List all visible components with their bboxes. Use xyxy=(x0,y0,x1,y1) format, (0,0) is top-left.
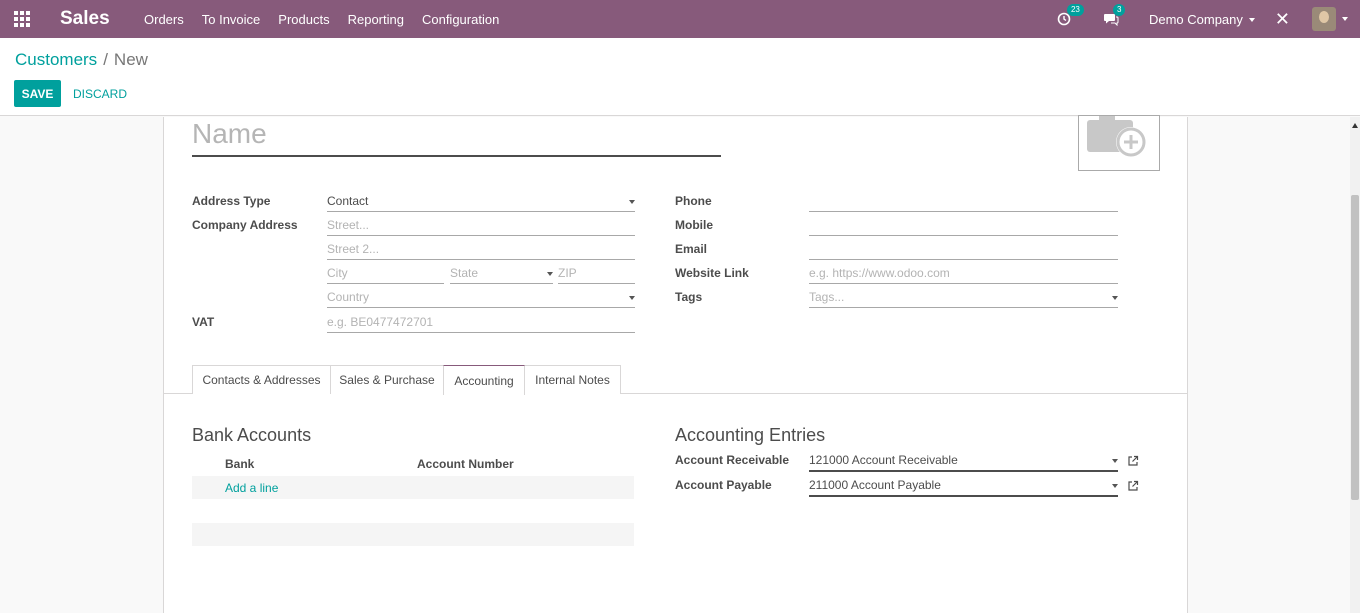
activity-button[interactable]: 23 xyxy=(1057,4,1084,29)
user-avatar[interactable] xyxy=(1312,7,1336,31)
account-payable-label: Account Payable xyxy=(675,478,772,492)
menu-to-invoice[interactable]: To Invoice xyxy=(202,12,261,27)
chevron-down-icon xyxy=(1112,459,1118,463)
tab-contacts-addresses[interactable]: Contacts & Addresses xyxy=(192,365,331,394)
accounting-entries-title: Accounting Entries xyxy=(675,425,826,445)
app-name[interactable]: Sales xyxy=(60,8,144,30)
address-type-label: Address Type xyxy=(192,194,271,208)
account-payable-value: 211000 Account Payable xyxy=(809,478,941,492)
breadcrumb-customers[interactable]: Customers xyxy=(15,50,97,69)
navbar-systray: 23 3 Demo Company ✕ xyxy=(1057,0,1360,38)
vat-input[interactable]: e.g. BE0477472701 xyxy=(327,313,635,333)
company-switcher[interactable]: Demo Company xyxy=(1149,12,1255,27)
company-address-label: Company Address xyxy=(192,218,298,232)
vat-label: VAT xyxy=(192,315,215,329)
scroll-up-icon[interactable] xyxy=(1352,123,1358,128)
address-type-select[interactable]: Contact xyxy=(327,192,635,212)
table-row xyxy=(192,523,634,546)
form-sheet: Name Address Type Contact Company Addres… xyxy=(163,115,1188,613)
breadcrumb-current: New xyxy=(113,50,148,69)
tags-label: Tags xyxy=(675,290,703,304)
website-input[interactable]: e.g. https://www.odoo.com xyxy=(809,264,1118,284)
camera-plus-icon xyxy=(1087,116,1146,157)
name-input[interactable]: Name xyxy=(192,117,721,157)
column-bank[interactable]: Bank xyxy=(225,457,254,471)
chevron-down-icon xyxy=(1112,484,1118,488)
vertical-scrollbar[interactable] xyxy=(1350,117,1360,613)
address-type-value: Contact xyxy=(327,194,369,208)
account-receivable-select[interactable]: 121000 Account Receivable xyxy=(809,451,1118,472)
discard-button[interactable]: DISCARD xyxy=(73,80,127,107)
add-a-line-link[interactable]: Add a line xyxy=(225,481,278,495)
menu-reporting[interactable]: Reporting xyxy=(348,12,404,27)
menu-orders[interactable]: Orders xyxy=(144,12,184,27)
apps-menu-icon[interactable] xyxy=(0,0,44,38)
external-link-icon[interactable] xyxy=(1127,480,1139,492)
tab-sales-purchase[interactable]: Sales & Purchase xyxy=(330,365,444,394)
country-select[interactable]: Country xyxy=(327,288,635,308)
company-name: Demo Company xyxy=(1148,11,1243,27)
chevron-down-icon xyxy=(547,272,553,276)
tab-accounting[interactable]: Accounting xyxy=(443,365,525,395)
external-link-icon[interactable] xyxy=(1127,455,1139,467)
phone-input[interactable] xyxy=(809,192,1118,212)
tab-internal-notes[interactable]: Internal Notes xyxy=(524,365,621,394)
column-account-number[interactable]: Account Number xyxy=(417,457,514,471)
chevron-down-icon xyxy=(1112,296,1118,300)
street-input[interactable]: Street... xyxy=(327,216,635,236)
menu-products[interactable]: Products xyxy=(278,12,329,27)
close-icon[interactable]: ✕ xyxy=(1275,9,1290,30)
email-input[interactable] xyxy=(809,240,1118,260)
breadcrumb-separator: / xyxy=(103,50,108,69)
top-navbar: Sales Orders To Invoice Products Reporti… xyxy=(0,0,1360,38)
messages-button[interactable]: 3 xyxy=(1103,4,1129,29)
zip-input[interactable]: ZIP xyxy=(558,264,635,284)
chevron-down-icon xyxy=(629,296,635,300)
account-receivable-value: 121000 Account Receivable xyxy=(809,453,958,467)
control-panel: Customers / New SAVE DISCARD xyxy=(0,38,1360,116)
menu-configuration[interactable]: Configuration xyxy=(422,12,499,27)
activity-count-badge: 23 xyxy=(1066,4,1084,16)
tags-select[interactable]: Tags... xyxy=(809,288,1118,308)
mobile-input[interactable] xyxy=(809,216,1118,236)
state-placeholder: State xyxy=(450,266,479,280)
breadcrumb: Customers / New xyxy=(15,50,148,70)
chevron-down-icon[interactable] xyxy=(1342,17,1348,21)
phone-label: Phone xyxy=(675,194,712,208)
mobile-label: Mobile xyxy=(675,218,713,232)
street2-input[interactable]: Street 2... xyxy=(327,240,635,260)
message-count-badge: 3 xyxy=(1112,4,1126,16)
country-placeholder: Country xyxy=(327,290,370,304)
account-payable-select[interactable]: 211000 Account Payable xyxy=(809,476,1118,497)
chevron-down-icon xyxy=(1248,18,1255,23)
scrollbar-thumb[interactable] xyxy=(1351,195,1359,500)
save-button[interactable]: SAVE xyxy=(14,80,61,107)
chevron-down-icon xyxy=(629,200,635,204)
bank-accounts-title: Bank Accounts xyxy=(192,425,312,445)
website-label: Website Link xyxy=(675,266,749,280)
city-input[interactable]: City xyxy=(327,264,444,284)
email-label: Email xyxy=(675,242,708,256)
account-receivable-label: Account Receivable xyxy=(675,453,790,467)
avatar-upload[interactable] xyxy=(1078,115,1160,171)
main-menu: Orders To Invoice Products Reporting Con… xyxy=(144,12,517,27)
tags-placeholder: Tags... xyxy=(809,290,845,304)
state-select[interactable]: State xyxy=(450,264,553,284)
